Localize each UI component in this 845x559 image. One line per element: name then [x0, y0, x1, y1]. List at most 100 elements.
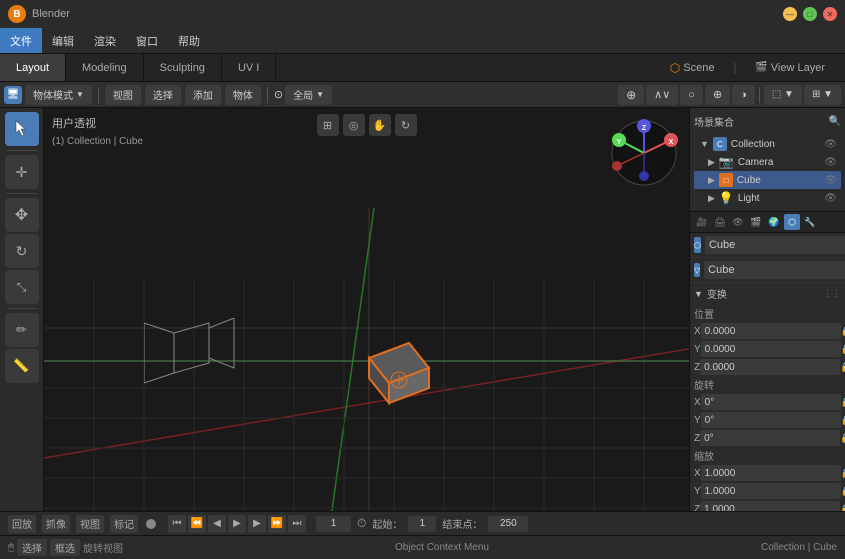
- playback-mode-btn[interactable]: 回放: [8, 515, 36, 533]
- props-output-icon[interactable]: 🖨: [712, 214, 728, 230]
- overlay-toggle[interactable]: ⬚ ▼: [764, 85, 802, 105]
- location-y-input[interactable]: [701, 341, 841, 357]
- next-frame-btn[interactable]: ▶: [248, 515, 266, 533]
- tab-uv[interactable]: UV I: [222, 54, 276, 81]
- scale-z-row: Z 🔒: [694, 501, 841, 511]
- object-name-input[interactable]: [705, 236, 845, 254]
- viewport-icon-pan[interactable]: ✋: [369, 114, 391, 136]
- pivot-selector[interactable]: 全局 ▼: [285, 85, 332, 105]
- object-data-input[interactable]: [704, 261, 845, 279]
- viewport-icon-grid[interactable]: ⊞: [317, 114, 339, 136]
- props-view-icon[interactable]: 👁: [730, 214, 746, 230]
- tab-modeling[interactable]: Modeling: [66, 54, 144, 81]
- rotation-y-input[interactable]: [701, 412, 841, 428]
- scale-y-lock-icon[interactable]: 🔒: [841, 483, 845, 499]
- cursor-icon: [12, 119, 32, 139]
- navigation-gizmo[interactable]: Z X Y: [609, 118, 679, 188]
- keyframe-dot[interactable]: [146, 519, 156, 529]
- anim-view-btn[interactable]: 视图: [76, 515, 104, 533]
- app-title: Blender: [32, 8, 70, 20]
- scale-x-input[interactable]: [701, 465, 841, 481]
- location-x-lock-icon[interactable]: 🔒: [841, 323, 845, 339]
- menu-render[interactable]: 渲染: [84, 28, 126, 53]
- props-world-icon[interactable]: 🌍: [766, 214, 782, 230]
- rotate-tool[interactable]: ↻: [5, 234, 39, 268]
- scene-selector[interactable]: ⬡ Scene: [658, 61, 727, 75]
- menu-edit[interactable]: 编辑: [42, 28, 84, 53]
- props-modifiers-icon[interactable]: 🔧: [802, 214, 818, 230]
- cursor-tool[interactable]: ✛: [5, 155, 39, 189]
- transform-options-icon[interactable]: ⋮⋮: [823, 288, 841, 299]
- play-btn[interactable]: ▶: [228, 515, 246, 533]
- prev-keyframe-btn[interactable]: ⏪: [188, 515, 206, 533]
- viewport-3d[interactable]: 用户透视 (1) Collection | Cube ⊞ ◎ ✋ ↻ Z X Y: [44, 108, 689, 511]
- tab-sculpting[interactable]: Sculpting: [144, 54, 222, 81]
- scale-x-lock-icon[interactable]: 🔒: [841, 465, 845, 481]
- current-frame-input[interactable]: [316, 516, 351, 532]
- props-scene-icon[interactable]: 🎬: [748, 214, 764, 230]
- move-tool[interactable]: ✥: [5, 198, 39, 232]
- annotate-tool[interactable]: ✏: [5, 313, 39, 347]
- gizmo-toggle[interactable]: ⊞ ▼: [804, 85, 841, 105]
- outliner-item-cube[interactable]: ▶ □ Cube 👁: [694, 171, 841, 189]
- add-menu[interactable]: 添加: [185, 85, 221, 105]
- rotation-z-input[interactable]: [700, 430, 840, 446]
- transform-header[interactable]: ▼ 变换 ⋮⋮: [690, 283, 845, 304]
- shading-selector[interactable]: ◑: [732, 85, 755, 105]
- menu-window[interactable]: 窗口: [126, 28, 168, 53]
- select-status-btn[interactable]: 选择: [17, 539, 47, 556]
- rotation-y-lock-icon[interactable]: 🔒: [841, 412, 845, 428]
- location-y-lock-icon[interactable]: 🔒: [841, 341, 845, 357]
- go-start-btn[interactable]: ⏮: [168, 515, 186, 533]
- mode-selector[interactable]: 物体模式 ▼: [25, 85, 92, 105]
- mark-mode-btn[interactable]: 标记: [110, 515, 138, 533]
- menu-help[interactable]: 帮助: [168, 28, 210, 53]
- renderlayer-selector[interactable]: 🎬 View Layer: [743, 62, 837, 74]
- outliner-search-icon[interactable]: 🔍: [829, 116, 841, 127]
- scale-y-input[interactable]: [701, 483, 841, 499]
- outliner-item-collection[interactable]: ▼ C Collection 👁: [694, 135, 841, 153]
- menu-file[interactable]: 文件: [0, 28, 42, 53]
- props-render-icon[interactable]: 🎥: [694, 214, 710, 230]
- object-menu[interactable]: 物体: [225, 85, 261, 105]
- light-visibility-icon[interactable]: 👁: [824, 193, 837, 204]
- collection-visibility-icon[interactable]: 👁: [824, 139, 837, 150]
- location-x-input[interactable]: [701, 323, 841, 339]
- next-keyframe-btn[interactable]: ⏩: [268, 515, 286, 533]
- viewport-icon-rotate[interactable]: ↻: [395, 114, 417, 136]
- capture-mode-btn[interactable]: 抓像: [42, 515, 70, 533]
- end-frame-input[interactable]: [488, 516, 528, 532]
- maximize-button[interactable]: □: [803, 7, 817, 21]
- overlay-btn4[interactable]: ⊕: [705, 85, 730, 105]
- scale-z-input[interactable]: [700, 501, 840, 511]
- editor-type-icon[interactable]: 🖥: [4, 86, 22, 104]
- overlay-btn1[interactable]: ⊕: [618, 85, 644, 105]
- cube-visibility-icon[interactable]: 👁: [824, 175, 837, 186]
- frame-status-btn[interactable]: 框选: [50, 539, 80, 556]
- rotation-x-input[interactable]: [701, 394, 841, 410]
- select-tool[interactable]: [5, 112, 39, 146]
- prev-frame-btn[interactable]: ◀: [208, 515, 226, 533]
- location-z-input[interactable]: [700, 359, 840, 375]
- rotation-x-lock-icon[interactable]: 🔒: [841, 394, 845, 410]
- minimize-button[interactable]: —: [783, 7, 797, 21]
- outliner-item-light[interactable]: ▶ 💡 Light 👁: [694, 189, 841, 207]
- start-frame-input[interactable]: [408, 516, 436, 532]
- view-menu[interactable]: 视图: [105, 85, 141, 105]
- main-area: ✛ ✥ ↻ ⤡ ✏ 📏: [0, 108, 845, 511]
- outliner-item-camera[interactable]: ▶ 📷 Camera 👁: [694, 153, 841, 171]
- rotation-z-lock-icon[interactable]: 🔒: [840, 430, 845, 446]
- go-end-btn[interactable]: ⏭: [288, 515, 306, 533]
- measure-tool[interactable]: 📏: [5, 349, 39, 383]
- overlay-btn2[interactable]: ∧∨: [646, 85, 678, 105]
- location-z-lock-icon[interactable]: 🔒: [840, 359, 845, 375]
- close-button[interactable]: ✕: [823, 7, 837, 21]
- scale-z-lock-icon[interactable]: 🔒: [840, 501, 845, 511]
- viewport-icon-camera[interactable]: ◎: [343, 114, 365, 136]
- camera-visibility-icon[interactable]: 👁: [824, 157, 837, 168]
- overlay-btn3[interactable]: ○: [680, 85, 703, 105]
- tab-layout[interactable]: Layout: [0, 54, 66, 81]
- scale-tool[interactable]: ⤡: [5, 270, 39, 304]
- props-object-icon[interactable]: ⬡: [784, 214, 800, 230]
- select-menu[interactable]: 选择: [145, 85, 181, 105]
